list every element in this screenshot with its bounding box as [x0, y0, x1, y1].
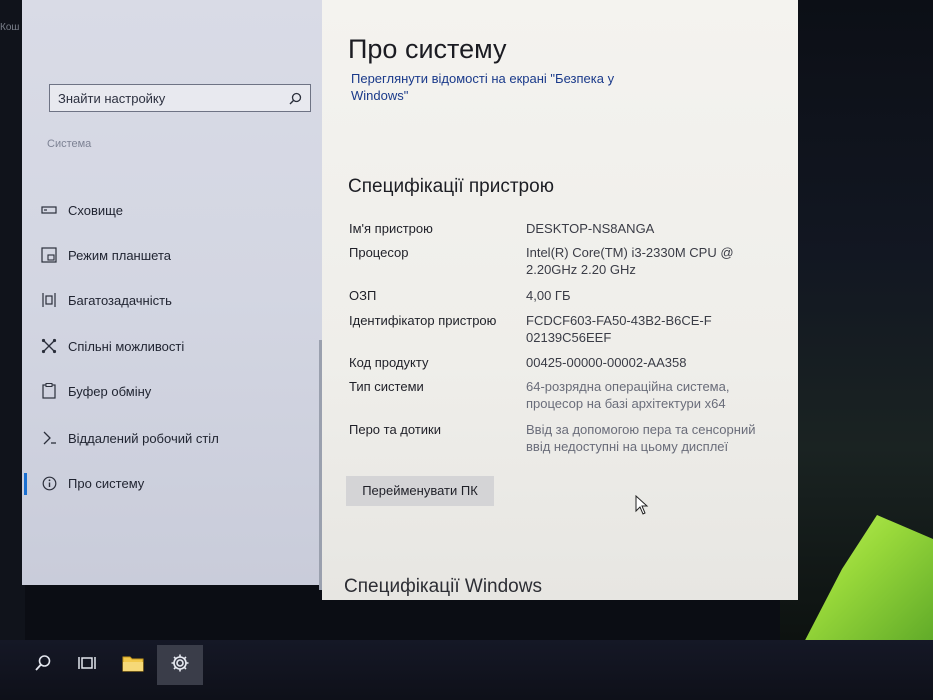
spec-value: Ввід за допомогою пера та сенсорний ввід… [526, 422, 756, 454]
search-placeholder: Знайти настройку [58, 90, 166, 106]
page-title: Про систему [348, 34, 507, 64]
task-view-icon [78, 655, 96, 676]
mouse-cursor-icon [635, 495, 649, 515]
spec-value: FCDCF603-FA50-43B2-B6CE-F02139C56EEF [526, 313, 712, 345]
spec-key: Процесор [349, 245, 409, 260]
search-input[interactable]: Знайти настройку [49, 84, 311, 112]
spec-value: 4,00 ГБ [526, 288, 571, 303]
search-icon[interactable] [288, 91, 302, 105]
windows-specifications-heading: Специфікації Windows [344, 576, 542, 597]
spec-value: 64-розрядна операційна система, процесор… [526, 379, 730, 411]
sidebar-item-shared-experiences[interactable]: Спільні можливості [40, 332, 310, 360]
sidebar-item-remote-desktop[interactable]: Віддалений робочий стіл [40, 424, 310, 452]
info-icon [40, 474, 58, 492]
taskbar-search-button[interactable] [26, 648, 60, 682]
settings-sidebar: Знайти настройку Система Сховище Режим п… [22, 0, 322, 585]
sidebar-item-storage[interactable]: Сховище [40, 196, 310, 224]
sidebar-item-label: Сховище [68, 202, 123, 218]
sidebar-item-clipboard[interactable]: Буфер обміну [40, 377, 310, 405]
about-content-pane: Про систему Переглянути відомості на екр… [322, 0, 798, 600]
sidebar-section-label: Система [47, 138, 92, 150]
security-info-link[interactable]: Переглянути відомості на екрані "Безпека… [351, 70, 651, 104]
sidebar-item-about[interactable]: Про систему [24, 469, 310, 497]
sidebar-item-tablet-mode[interactable]: Режим планшета [40, 241, 310, 269]
sidebar-item-label: Багатозадачність [68, 292, 172, 308]
multitasking-icon [40, 291, 58, 309]
taskbar-task-view-button[interactable] [70, 648, 104, 682]
sidebar-item-label: Спільні можливості [68, 338, 185, 354]
remote-desktop-icon [40, 429, 58, 447]
sidebar-item-label: Буфер обміну [68, 383, 152, 399]
settings-window: Знайти настройку Система Сховище Режим п… [22, 0, 798, 600]
spec-key: Ім'я пристрою [349, 221, 433, 236]
sidebar-item-label: Режим планшета [68, 247, 171, 263]
spec-key: Ідентифікатор пристрою [349, 313, 497, 328]
tablet-mode-icon [40, 246, 58, 264]
device-specifications-heading: Специфікації пристрою [348, 176, 554, 197]
search-icon [34, 654, 52, 677]
sidebar-item-multitasking[interactable]: Багатозадачність [40, 286, 310, 314]
storage-icon [40, 201, 58, 219]
spec-key: Перо та дотики [349, 422, 441, 437]
sidebar-item-label: Віддалений робочий стіл [68, 430, 219, 446]
spec-key: Тип системи [349, 379, 424, 394]
rename-pc-button[interactable]: Перейменувати ПК [346, 476, 494, 506]
taskbar-file-explorer-button[interactable] [116, 648, 150, 682]
spec-key: ОЗП [349, 288, 377, 303]
spec-value: Intel(R) Core(TM) i3-2330M CPU @ 2.20GHz… [526, 245, 734, 277]
sidebar-item-label: Про систему [68, 475, 145, 491]
taskbar-settings-button[interactable] [157, 645, 203, 685]
spec-value: 00425-00000-00002-AA358 [526, 355, 687, 370]
file-explorer-icon [122, 654, 144, 677]
clipboard-icon [40, 382, 58, 400]
settings-gear-icon [170, 653, 190, 678]
shared-experiences-icon [40, 337, 58, 355]
desktop-corner-text: Кош [0, 22, 20, 33]
spec-key: Код продукту [349, 355, 429, 370]
spec-value: DESKTOP-NS8ANGA [526, 221, 655, 236]
